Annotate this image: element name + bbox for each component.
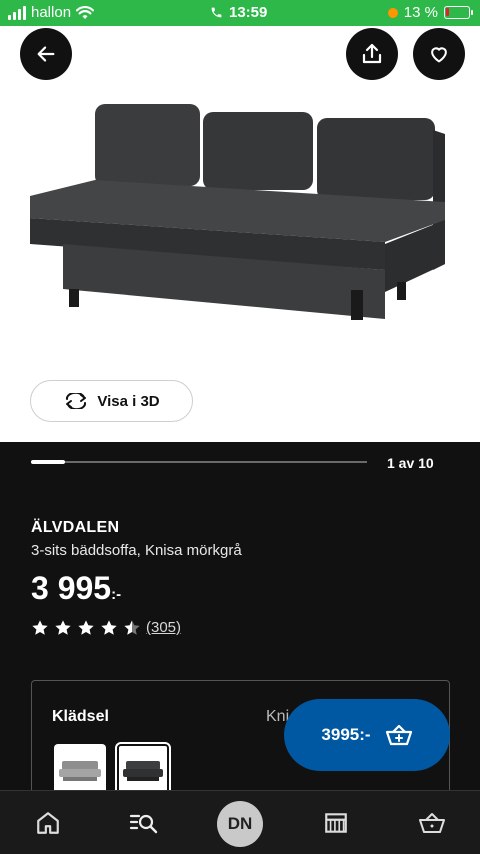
product-price: 3 995:- bbox=[31, 570, 121, 607]
arrow-left-icon bbox=[37, 46, 55, 62]
sofa-image bbox=[30, 104, 445, 320]
rating-stars[interactable] bbox=[31, 619, 141, 637]
carrier-name: hallon bbox=[31, 4, 72, 21]
store-icon bbox=[325, 813, 347, 833]
view-3d-button[interactable]: Visa i 3D bbox=[30, 380, 193, 422]
back-button[interactable] bbox=[20, 28, 72, 80]
nav-cart[interactable] bbox=[416, 807, 448, 839]
swatch-dark-grey-sofa[interactable] bbox=[115, 742, 171, 798]
share-icon bbox=[362, 43, 382, 64]
phone-icon bbox=[211, 7, 222, 18]
location-indicator-icon bbox=[387, 7, 398, 18]
dark-sofa-thumbnail bbox=[123, 761, 163, 781]
swatch-grey-sofa[interactable] bbox=[54, 744, 106, 796]
nav-store[interactable] bbox=[320, 807, 352, 839]
star-icon bbox=[124, 620, 140, 635]
share-button[interactable] bbox=[346, 28, 398, 80]
star-icon bbox=[32, 620, 48, 635]
status-center: 13:59 bbox=[210, 4, 267, 21]
review-count-link[interactable]: (305) bbox=[146, 619, 181, 636]
nav-home[interactable] bbox=[32, 807, 64, 839]
home-icon bbox=[37, 812, 59, 834]
gallery-progress-track bbox=[31, 461, 367, 463]
bottom-navigation: DN bbox=[0, 790, 480, 854]
star-icon bbox=[78, 620, 94, 635]
rotate-3d-icon bbox=[66, 393, 87, 409]
basket-icon bbox=[419, 813, 445, 833]
option-title: Klädsel bbox=[52, 708, 109, 725]
favorite-button[interactable] bbox=[413, 28, 465, 80]
price-value: 3 995 bbox=[31, 570, 112, 606]
gallery-progress-fill bbox=[31, 460, 65, 464]
battery-icon bbox=[444, 6, 473, 19]
add-to-cart-button[interactable]: 3995:- bbox=[284, 699, 450, 771]
star-icon bbox=[55, 620, 71, 635]
heart-icon bbox=[431, 47, 447, 63]
search-list-icon bbox=[129, 814, 158, 834]
grey-sofa-thumbnail bbox=[59, 761, 101, 781]
gallery-counter: 1 av 10 bbox=[387, 455, 434, 471]
status-right: 13 % bbox=[387, 4, 473, 21]
status-left: hallon bbox=[8, 4, 95, 21]
product-description: 3-sits bäddsoffa, Knisa mörkgrå bbox=[31, 542, 242, 559]
product-name: ÄLVDALEN bbox=[31, 519, 120, 536]
nav-search[interactable] bbox=[128, 807, 160, 839]
view-3d-label: Visa i 3D bbox=[97, 392, 160, 410]
star-icon bbox=[101, 620, 117, 635]
clock: 13:59 bbox=[229, 4, 268, 21]
basket-plus-icon bbox=[385, 724, 412, 746]
wifi-icon bbox=[76, 5, 95, 19]
nav-profile-avatar[interactable]: DN bbox=[217, 801, 263, 847]
status-bar: hallon 13:59 13 % bbox=[0, 0, 480, 26]
battery-percent: 13 % bbox=[403, 4, 438, 21]
signal-icon bbox=[8, 5, 26, 20]
cart-price-label: 3995:- bbox=[321, 725, 371, 744]
price-suffix: :- bbox=[111, 586, 122, 603]
product-image-area[interactable]: Visa i 3D bbox=[0, 26, 480, 442]
